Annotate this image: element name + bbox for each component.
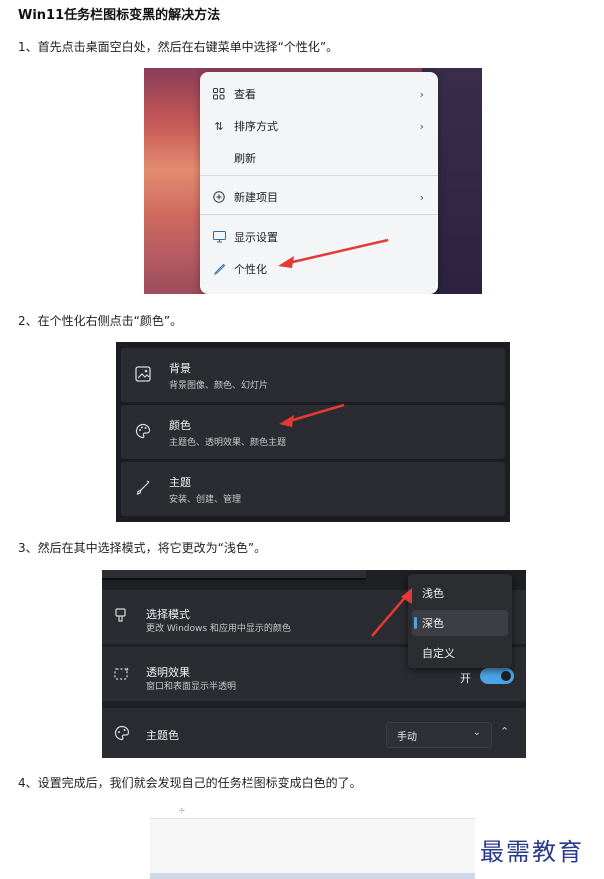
taskbar-strip [150, 873, 475, 879]
color-mode-screenshot: 选择模式 更改 Windows 和应用中显示的颜色 透明效果 窗口和表面显示半透… [102, 570, 526, 758]
watermark-logo: 最需教育 [480, 838, 584, 866]
red-arrow-annotation [371, 588, 412, 637]
context-menu-screenshot: 查看 › ⇅ 排序方式 › 刷新 新建项目 › 显示设置 个性化 [144, 68, 482, 294]
taskbar-result-screenshot: ÷ [150, 806, 475, 879]
step-3-text: 3、然后在其中选择模式，将它更改为“浅色”。 [18, 541, 267, 555]
window-top-strip: ÷ [150, 806, 475, 819]
red-arrow-annotation [279, 403, 345, 427]
step-1-text: 1、首先点击桌面空白处，然后在右键菜单中选择“个性化”。 [18, 40, 339, 54]
red-arrow-annotation [278, 238, 389, 268]
step-4-text: 4、设置完成后，我们就会发现自己的任务栏图标变成白色的了。 [18, 776, 362, 790]
divider-mark-icon: ÷ [178, 806, 186, 816]
step-2-text: 2、在个性化右侧点击“颜色”。 [18, 314, 183, 328]
article-title: Win11任务栏图标变黑的解决方法 [18, 8, 221, 23]
personalization-screenshot: 背景 背景图像、颜色、幻灯片 颜色 主题色、透明效果、颜色主题 主题 安装、创建… [116, 342, 510, 522]
